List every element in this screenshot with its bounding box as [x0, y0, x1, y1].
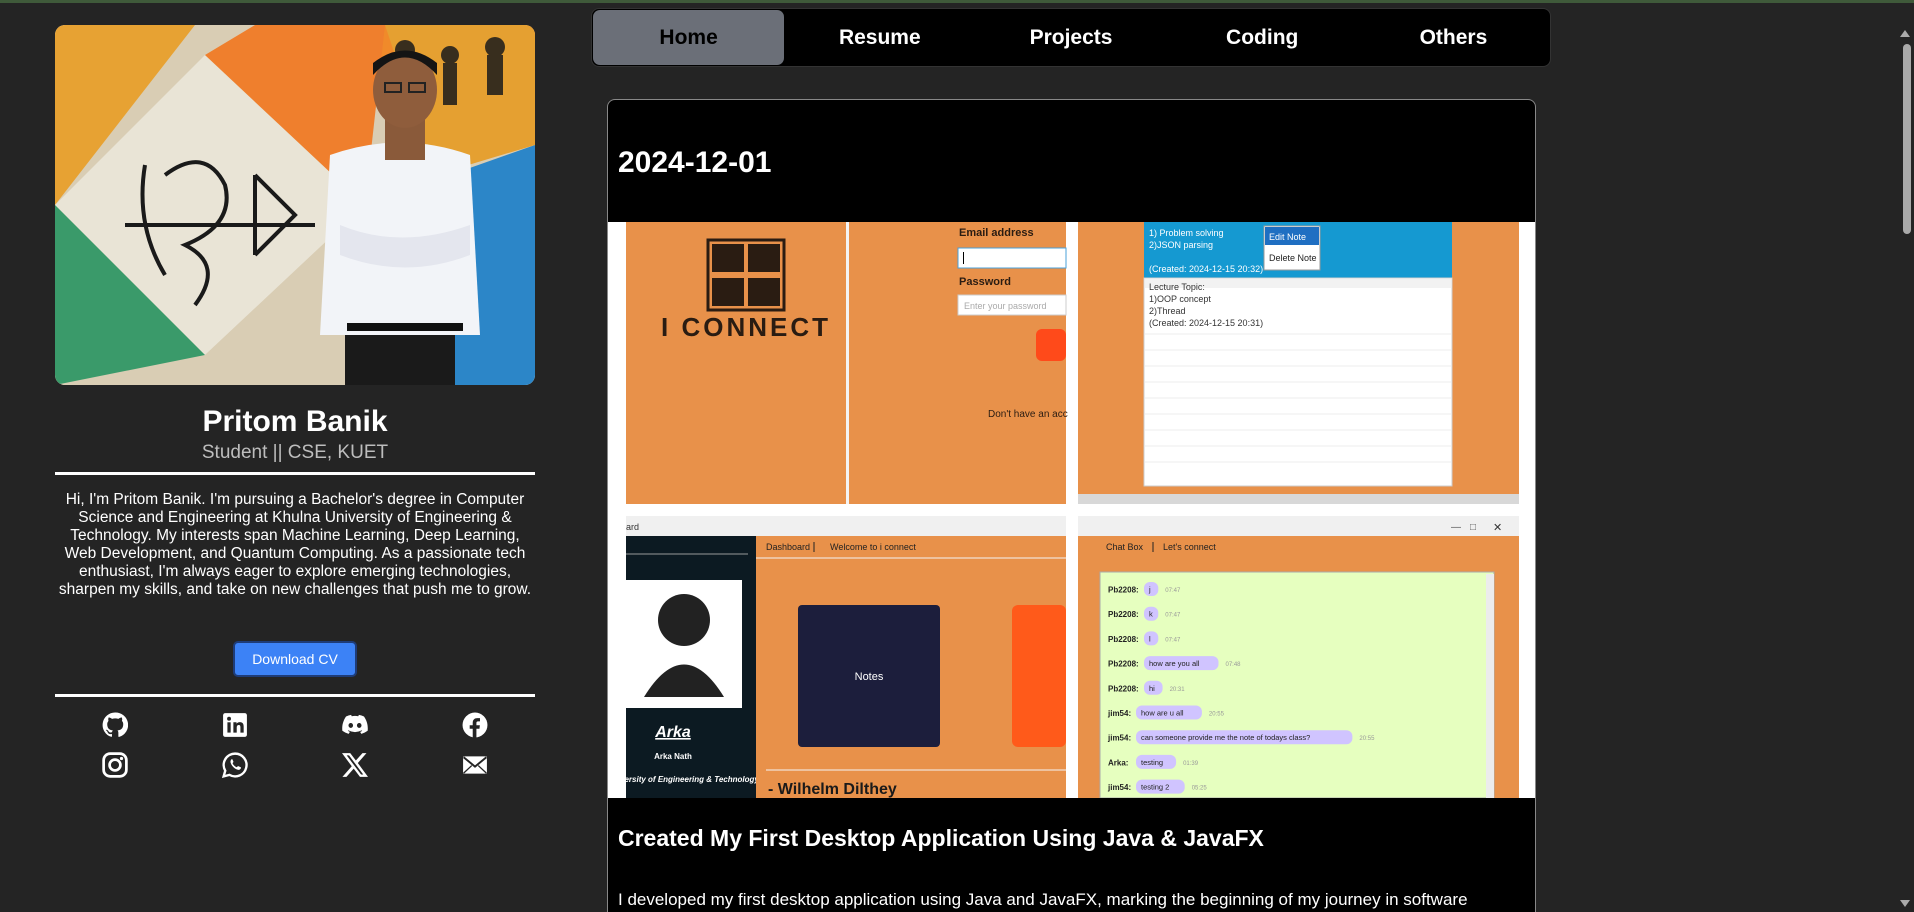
password-placeholder: Enter your password — [964, 301, 1047, 311]
svg-text:Pb2208:: Pb2208: — [1108, 660, 1139, 669]
tab-others[interactable]: Others — [1358, 10, 1549, 65]
post-card: 2024-12-01 I CONNECT Email address Passw… — [607, 99, 1536, 912]
svg-text:Chat Box: Chat Box — [1106, 542, 1144, 552]
svg-text:Notes: Notes — [855, 671, 884, 683]
svg-text:✕: ✕ — [1493, 522, 1502, 534]
svg-text:Edit Note: Edit Note — [1269, 232, 1306, 242]
chat-message: jim54: can someone provide me the note of… — [1107, 730, 1375, 745]
divider — [55, 694, 535, 697]
svg-text:Welcome to i connect: Welcome to i connect — [830, 542, 916, 552]
browser-top-border — [0, 0, 1914, 3]
svg-text:University of Engineering & Te: University of Engineering & Technology — [608, 775, 759, 784]
svg-text:1) Problem solving: 1) Problem solving — [1149, 228, 1224, 238]
github-icon[interactable] — [55, 710, 175, 740]
svg-text:Pb2208:: Pb2208: — [1108, 610, 1139, 619]
svg-text:01:39: 01:39 — [1183, 761, 1199, 767]
notes-screenshot: 1) Problem solving 2)JSON parsing (Creat… — [1078, 222, 1519, 504]
svg-text:2)Thread: 2)Thread — [1149, 306, 1186, 316]
svg-text:Delete Note: Delete Note — [1269, 253, 1317, 263]
svg-text:Arka:: Arka: — [1108, 758, 1128, 767]
svg-text:- Wilhelm Dilthey: - Wilhelm Dilthey — [768, 781, 897, 798]
email-label: Email address — [959, 227, 1034, 239]
svg-text:—: — — [1451, 522, 1461, 533]
svg-text:Pb2208:: Pb2208: — [1108, 684, 1139, 693]
instagram-icon[interactable] — [55, 750, 175, 780]
tab-coding[interactable]: Coding — [1167, 10, 1358, 65]
svg-text:j: j — [1148, 585, 1151, 594]
x-icon[interactable] — [295, 750, 415, 780]
profile-role: Student || CSE, KUET — [201, 442, 389, 463]
svg-text:07:47: 07:47 — [1165, 613, 1181, 619]
svg-text:(Created: 2024-12-15 20:31): (Created: 2024-12-15 20:31) — [1149, 318, 1263, 328]
svg-text:05:25: 05:25 — [1192, 786, 1208, 792]
svg-text:(Created: 2024-12-15 20:32): (Created: 2024-12-15 20:32) — [1149, 264, 1263, 274]
post-title: Created My First Desktop Application Usi… — [618, 825, 1264, 851]
svg-text:Let's connect: Let's connect — [1163, 542, 1216, 552]
svg-text:testing: testing — [1141, 758, 1163, 767]
svg-text:2)JSON parsing: 2)JSON parsing — [1149, 240, 1213, 250]
post-date: 2024-12-01 — [618, 146, 772, 179]
password-label: Password — [959, 276, 1011, 288]
svg-text:how are u all: how are u all — [1141, 709, 1184, 718]
profile-bio: Hi, I'm Pritom Banik. I'm pursuing a Bac… — [58, 491, 532, 598]
download-cv-button[interactable]: Download CV — [233, 641, 357, 677]
svg-text:Arka: Arka — [654, 724, 691, 741]
signin-button — [1036, 329, 1066, 361]
svg-text:Dashboard: Dashboard — [766, 542, 810, 552]
mail-icon[interactable] — [415, 750, 535, 780]
svg-text:ard: ard — [626, 522, 639, 532]
svg-text:jim54:: jim54: — [1107, 734, 1131, 743]
svg-text:jim54:: jim54: — [1107, 783, 1131, 792]
scroll-up-arrow-icon[interactable] — [1900, 30, 1910, 37]
post-text: I developed my first desktop application… — [618, 890, 1468, 909]
post-screenshot-collage: I CONNECT Email address Password Enter y… — [608, 222, 1535, 799]
profile-name: Pritom Banik — [202, 405, 388, 438]
linkedin-icon[interactable] — [175, 710, 295, 740]
divider — [55, 472, 535, 475]
svg-text:20:55: 20:55 — [1209, 712, 1225, 718]
chat-screenshot: — □ ✕ Chat Box Let's connect Pb2208: j 07:… — [1078, 516, 1519, 799]
profile-photo — [55, 25, 535, 385]
svg-text:Arka Nath: Arka Nath — [654, 752, 692, 761]
login-logo-text: I CONNECT — [661, 312, 831, 342]
svg-text:jim54:: jim54: — [1107, 709, 1131, 718]
svg-text:1)OOP concept: 1)OOP concept — [1149, 294, 1211, 304]
svg-text:20:31: 20:31 — [1170, 687, 1186, 693]
svg-text:can someone provide me the not: can someone provide me the note of today… — [1141, 733, 1310, 742]
dashboard-screenshot: ard Arka Arka Nath University of Enginee… — [608, 516, 1066, 798]
svg-text:Pb2208:: Pb2208: — [1108, 635, 1139, 644]
svg-text:hi: hi — [1149, 684, 1155, 693]
svg-text:07:48: 07:48 — [1226, 662, 1242, 668]
svg-text:07:47: 07:47 — [1165, 637, 1181, 643]
email-field — [957, 247, 1067, 269]
tab-home[interactable]: Home — [593, 10, 785, 65]
social-links — [55, 710, 535, 780]
scrollbar-thumb[interactable] — [1903, 44, 1911, 234]
svg-text:07:47: 07:47 — [1165, 588, 1181, 594]
scroll-down-arrow-icon[interactable] — [1900, 900, 1910, 907]
svg-text:Lecture Topic:: Lecture Topic: — [1149, 282, 1205, 292]
signup-text: Don't have an acc — [988, 409, 1068, 420]
svg-text:testing 2: testing 2 — [1141, 783, 1169, 792]
tab-projects[interactable]: Projects — [975, 10, 1166, 65]
discord-icon[interactable] — [295, 710, 415, 740]
svg-text:20:55: 20:55 — [1359, 736, 1375, 742]
main-nav: Home Resume Projects Coding Others — [591, 8, 1551, 67]
login-screenshot: I CONNECT Email address Password Enter y… — [626, 222, 1068, 504]
profile-sidebar: Pritom Banik Student || CSE, KUET Hi, I'… — [55, 25, 535, 780]
avatar-icon — [658, 594, 710, 646]
svg-text:how are you all: how are you all — [1149, 659, 1200, 668]
whatsapp-icon[interactable] — [175, 750, 295, 780]
svg-text:Pb2208:: Pb2208: — [1108, 586, 1139, 595]
svg-text:□: □ — [1470, 522, 1476, 533]
tab-resume[interactable]: Resume — [784, 10, 975, 65]
svg-text:k: k — [1149, 610, 1153, 619]
facebook-icon[interactable] — [415, 710, 535, 740]
